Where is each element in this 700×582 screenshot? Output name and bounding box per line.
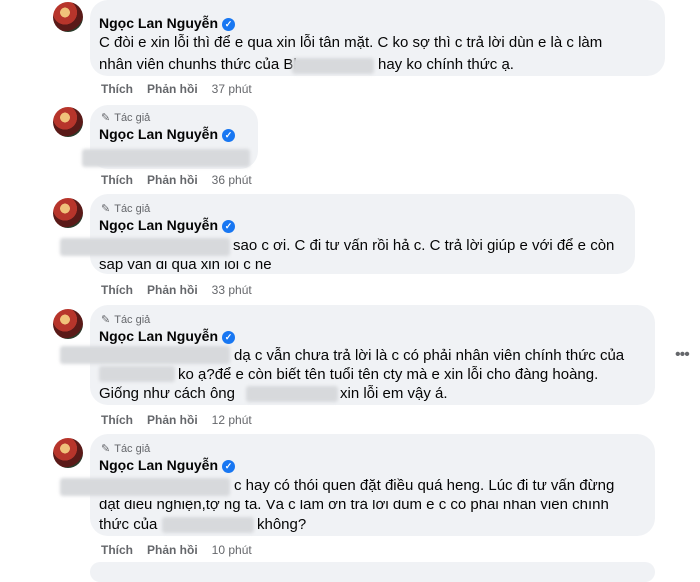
comment-text: hay ko chính thức ạ. [378,56,514,73]
comment-timestamp[interactable]: 37 phút [212,82,252,96]
comment-timestamp[interactable]: 12 phút [212,413,252,427]
comment-text: không? [257,516,307,533]
comment-text: Giống như cách ông [99,385,235,402]
verified-badge-icon: ✓ [222,331,236,344]
verified-badge-icon: ✓ [222,18,236,31]
reply-button[interactable]: Phản hồi [147,413,198,427]
like-button[interactable]: Thích [101,543,133,557]
comment-actions: Thích Phản hồi 36 phút [101,173,266,187]
comment-timestamp[interactable]: 33 phút [212,283,252,297]
comment-actions: Thích Phản hồi 33 phút [101,283,266,297]
author-name[interactable]: Ngọc Lan Nguyễn ✓ [99,328,236,344]
redacted-text [292,58,374,74]
reply-button[interactable]: Phản hồi [147,173,198,187]
like-button[interactable]: Thích [101,413,133,427]
redacted-text [162,517,254,533]
like-button[interactable]: Thích [101,173,133,187]
author-name[interactable]: Ngọc Lan Nguyễn ✓ [99,15,236,31]
verified-badge-icon: ✓ [222,220,236,233]
comment-text: xin lỗi em vậy á. [340,385,448,402]
author-tag: ✎ Tác giả [101,314,151,326]
comment-actions: Thích Phản hồi 10 phút [101,543,266,557]
pen-icon: ✎ [101,112,111,124]
author-avatar[interactable] [53,2,83,32]
redacted-text [99,366,175,382]
redacted-text [60,238,230,256]
comment-actions: Thích Phản hồi 37 phút [101,82,266,96]
like-button[interactable]: Thích [101,283,133,297]
author-name[interactable]: Ngọc Lan Nguyễn ✓ [99,126,236,142]
author-avatar[interactable] [53,438,83,468]
author-avatar[interactable] [53,309,83,339]
like-button[interactable]: Thích [101,82,133,96]
pen-icon: ✎ [101,314,111,326]
next-comment-bubble [90,562,655,582]
author-name[interactable]: Ngọc Lan Nguyễn ✓ [99,457,236,473]
verified-badge-icon: ✓ [222,460,236,473]
author-tag: ✎ Tác giả [101,112,151,124]
comment-text: nhân viên chunhs thức của Bh [99,56,302,73]
redacted-text [246,386,338,402]
comment-text: sao c ơi. C đi tư vấn rồi hả c. C trả lờ… [233,237,615,254]
verified-badge-icon: ✓ [222,129,236,142]
comment-timestamp[interactable]: 10 phút [212,543,252,557]
author-tag: ✎ Tác giả [101,443,151,455]
reply-button[interactable]: Phản hồi [147,543,198,557]
pen-icon: ✎ [101,443,111,455]
comment-text: C đòi e xin lỗi thì để e qua xin lỗi tân… [99,34,603,51]
author-tag: ✎ Tác giả [101,203,151,215]
reply-button[interactable]: Phản hồi [147,283,198,297]
comment-text: c hay có thói quen đặt điều quá heng. Lú… [234,477,615,494]
comment-text: thức của [99,516,158,533]
redacted-text [60,478,230,496]
comment-actions: Thích Phản hồi 12 phút [101,413,266,427]
redacted-text [82,149,250,167]
author-avatar[interactable] [53,107,83,137]
pen-icon: ✎ [101,203,111,215]
author-avatar[interactable] [53,198,83,228]
author-name[interactable]: Ngọc Lan Nguyễn ✓ [99,217,236,233]
more-options-icon[interactable]: ••• [675,346,690,364]
comment-timestamp[interactable]: 36 phút [212,173,252,187]
redacted-text [60,346,230,364]
reply-button[interactable]: Phản hồi [147,82,198,96]
